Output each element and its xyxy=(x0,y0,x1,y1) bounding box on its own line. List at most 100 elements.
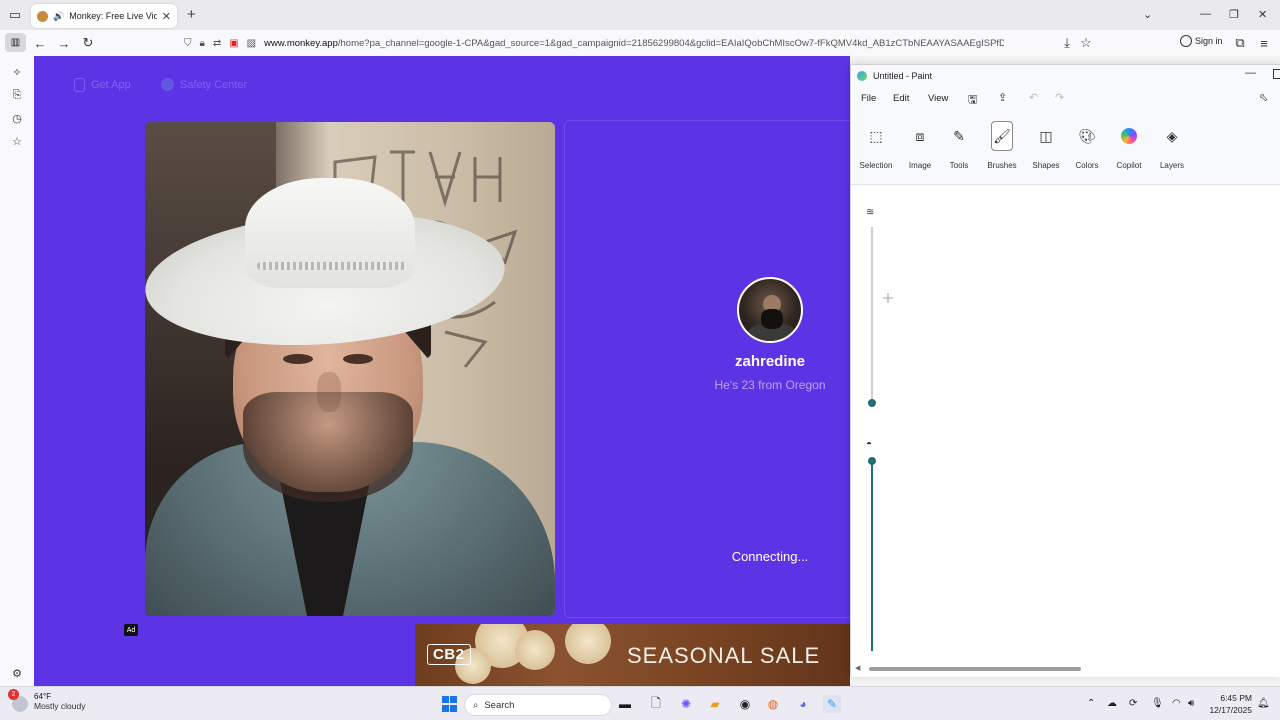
close-window-icon[interactable]: ✕ xyxy=(1258,8,1267,21)
ribbon-colors-label: Colors xyxy=(1075,161,1099,170)
get-app-link[interactable]: Get App xyxy=(74,78,131,92)
opacity-knob[interactable] xyxy=(868,457,876,465)
opacity-slider-fill xyxy=(871,461,873,651)
ribbon-shapes[interactable]: ◫ Shapes xyxy=(1023,125,1069,171)
weather-widget[interactable]: 2 64°F Mostly cloudy xyxy=(8,689,86,712)
minimize-window-icon[interactable]: — xyxy=(1200,8,1211,20)
ad-headline: SEASONAL SALE xyxy=(627,643,821,668)
notepad-icon[interactable]: 🗋 xyxy=(647,695,665,713)
cursor-crosshair-icon xyxy=(883,293,893,303)
ribbon-colors[interactable]: 🎨︎ Colors xyxy=(1064,125,1110,171)
paint-minimize-icon[interactable]: — xyxy=(1245,67,1256,79)
brush-size-slider[interactable] xyxy=(871,227,873,407)
restore-window-icon[interactable]: ❐ xyxy=(1229,8,1239,21)
media-app-icon[interactable]: ◉ xyxy=(736,695,754,713)
save-to-pocket-icon[interactable]: ⤓ xyxy=(1058,34,1076,52)
taskbar-search[interactable]: ⌕ Search xyxy=(464,694,612,716)
menu-icon[interactable]: ≡ xyxy=(1255,34,1273,52)
paint-ribbon: ⬚ Selection ⧈ Image ✎ Tools 🖌︎ Brushes ◫… xyxy=(851,111,1280,185)
paint-menu-bar: File Edit View 🖫 ⇪ ↶ ↷ ⬁ xyxy=(851,87,1280,111)
url-text: www.monkey.app/home?pa_channel=google-1-… xyxy=(264,37,1005,49)
blocked-autoplay-icon[interactable]: ▨ xyxy=(247,38,256,49)
scroll-left-icon[interactable]: ◀ xyxy=(855,664,860,672)
lock-icon[interactable]: 🔒︎ xyxy=(200,38,205,49)
image-icon: ⧈ xyxy=(915,127,925,144)
microphone-icon[interactable]: 🎙︎ xyxy=(1151,698,1164,709)
safety-center-link[interactable]: Safety Center xyxy=(161,78,247,91)
menu-edit[interactable]: Edit xyxy=(893,93,909,104)
bookmark-star-icon[interactable]: ☆ xyxy=(1077,34,1095,52)
weather-desc: Mostly cloudy xyxy=(34,701,86,711)
firefox-icon[interactable]: ◍ xyxy=(764,695,782,713)
horizontal-scrollbar[interactable] xyxy=(869,667,1081,671)
tab-overview-icon[interactable]: ▭ xyxy=(6,6,24,24)
notifications-icon[interactable]: 🔔︎ xyxy=(1257,698,1270,709)
bookmarks-icon[interactable]: ☆ xyxy=(10,134,24,148)
wifi-icon[interactable]: ◠ xyxy=(1172,698,1181,709)
save-icon[interactable]: 🖫 xyxy=(968,91,977,110)
new-tab-icon[interactable]: + xyxy=(187,6,196,23)
get-app-label: Get App xyxy=(91,79,131,91)
ai-chatbot-icon[interactable]: ✧ xyxy=(10,65,24,79)
synced-tabs-icon[interactable]: ⎘ xyxy=(10,88,24,102)
extensions-icon[interactable]: ⧉ xyxy=(1231,34,1249,52)
remote-user-panel: zahredine He's 23 from Oregon Connecting… xyxy=(564,120,850,618)
monkey-page: Get App Safety Center zahredine He's 23 … xyxy=(34,56,850,686)
taskbar-clock[interactable]: 6:45 PM 12/17/2025 xyxy=(1206,692,1252,716)
forward-arrow-icon[interactable]: → xyxy=(55,34,73,52)
ribbon-layers[interactable]: ◈ Layers xyxy=(1149,125,1195,171)
list-tabs-chevron-icon[interactable]: ⌄ xyxy=(1143,8,1152,21)
ribbon-selection-label: Selection xyxy=(859,161,893,170)
palette-icon: 🎨︎ xyxy=(1078,127,1096,144)
copilot-taskbar-icon[interactable]: ✺ xyxy=(677,695,695,713)
paint-window-title: Untitled - Paint xyxy=(873,71,933,81)
close-tab-icon[interactable]: ✕ xyxy=(162,10,171,23)
tab-monkey[interactable]: 🔊 Monkey: Free Live Video Ch ✕ xyxy=(31,4,177,28)
windows-taskbar: 2 64°F Mostly cloudy ⌕ Search ▬ 🗋 ✺ ▰ ◉ … xyxy=(0,686,1280,720)
customize-sidebar-icon[interactable]: ⚙ xyxy=(10,666,24,680)
shield-icon[interactable]: ⛉ xyxy=(184,38,192,49)
start-button-icon[interactable] xyxy=(440,695,458,713)
paint-canvas[interactable]: ≋ ◓ ◀ xyxy=(851,185,1280,677)
sync-icon[interactable]: ⟳ xyxy=(1129,698,1137,709)
volume-icon[interactable]: 🔊︎ xyxy=(1188,698,1194,709)
menu-view[interactable]: View xyxy=(928,93,948,104)
search-icon: ⌕ xyxy=(473,699,479,711)
ad-banner[interactable]: CB2 SEASONAL SALE xyxy=(415,624,850,686)
ribbon-tools-label: Tools xyxy=(949,161,969,170)
sign-in-button[interactable]: Sign in xyxy=(1180,35,1223,47)
redo-icon[interactable]: ↷ xyxy=(1055,91,1064,104)
back-arrow-icon[interactable]: ← xyxy=(31,34,49,52)
ribbon-tools[interactable]: ✎ Tools xyxy=(936,125,982,171)
paint-window: Untitled - Paint — File Edit View 🖫 ⇪ ↶ … xyxy=(850,64,1280,677)
ribbon-selection[interactable]: ⬚ Selection xyxy=(853,125,899,171)
browser-nav-bar: ▥ ← → ↻ ⛉ 🔒︎ ⇄ ▣ ▨ www.monkey.app/home?p… xyxy=(0,30,1280,56)
file-explorer-icon[interactable]: ▰ xyxy=(706,695,724,713)
onedrive-icon[interactable]: ☁ xyxy=(1107,698,1117,709)
phone-icon xyxy=(74,78,85,92)
discord-icon[interactable]: ◕ xyxy=(794,695,812,713)
permissions-icon[interactable]: ⇄ xyxy=(213,38,221,49)
share-icon[interactable]: ⇪ xyxy=(998,91,1007,104)
paint-maximize-icon[interactable] xyxy=(1273,69,1280,79)
feedback-icon[interactable]: ⬁ xyxy=(1259,91,1268,104)
show-hidden-icons-chevron-icon[interactable]: ⌃ xyxy=(1087,698,1095,709)
ad-logo: CB2 xyxy=(427,644,471,665)
monkey-favicon-icon xyxy=(37,10,48,22)
sidebar-toggle-icon[interactable]: ▥ xyxy=(5,33,26,52)
cloud-icon: 2 xyxy=(8,689,28,712)
paint-title-bar[interactable]: Untitled - Paint xyxy=(851,65,1280,87)
paint-taskbar-icon[interactable]: ✎ xyxy=(823,695,841,713)
history-icon[interactable]: ◷ xyxy=(10,111,24,125)
reload-icon[interactable]: ↻ xyxy=(79,34,97,52)
ribbon-brushes[interactable]: 🖌︎ Brushes xyxy=(979,121,1025,170)
address-bar[interactable]: ⛉ 🔒︎ ⇄ ▣ ▨ www.monkey.app/home?pa_channe… xyxy=(178,32,1098,54)
layers-icon: ◈ xyxy=(1166,127,1178,144)
brush-size-knob[interactable] xyxy=(868,399,876,408)
camera-in-use-icon[interactable]: ▣ xyxy=(229,38,238,49)
undo-icon[interactable]: ↶ xyxy=(1029,91,1038,104)
task-view-icon[interactable]: ▬ xyxy=(616,695,634,713)
speaker-icon[interactable]: 🔊 xyxy=(53,11,64,22)
menu-file[interactable]: File xyxy=(861,93,876,104)
ribbon-copilot[interactable]: Copilot xyxy=(1106,125,1152,170)
